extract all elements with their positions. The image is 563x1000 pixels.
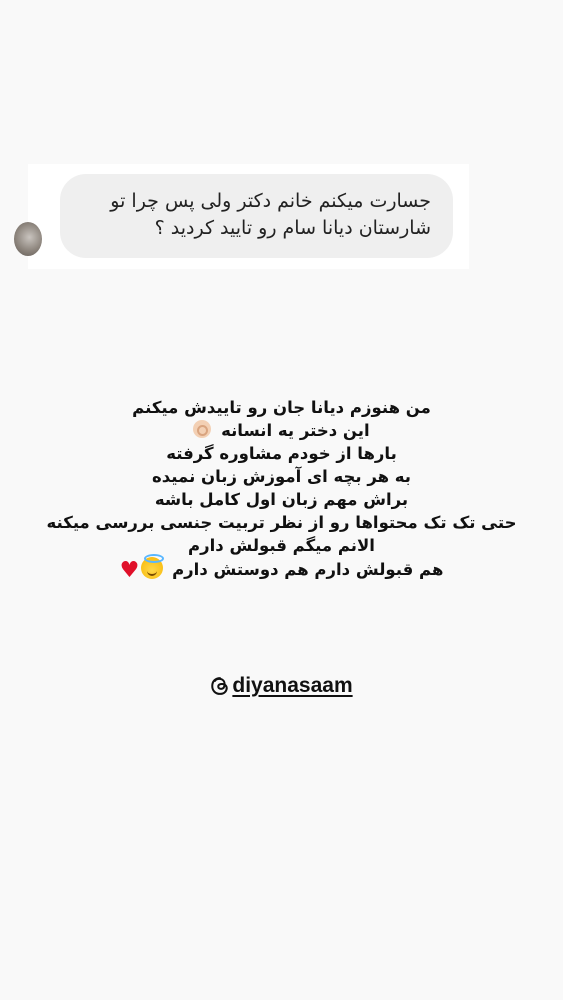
- story-text: من هنوزم دیانا جان رو تاییدش میکنم این د…: [0, 396, 563, 582]
- story-line-1: من هنوزم دیانا جان رو تاییدش میکنم: [132, 398, 431, 417]
- story-line-4: به هر بچه ای آموزش زبان نمیده: [152, 467, 411, 486]
- avatar[interactable]: [14, 222, 42, 256]
- story-line-6: حتی تک تک محتواها رو از نظر تربیت جنسی ب…: [46, 513, 517, 532]
- story-line-2: این دختر یه انسانه: [0, 419, 563, 442]
- story-line-3: بارها از خودم مشاوره گرفته: [166, 444, 397, 463]
- question-card: جسارت میکنم خانم دکتر ولی پس چرا تو شارس…: [14, 164, 469, 269]
- threads-icon: [211, 677, 229, 695]
- mention-sticker[interactable]: diyanasaam: [0, 674, 563, 700]
- question-line-2: شارستان دیانا سام رو تایید کردید ؟: [154, 217, 431, 239]
- mention-link[interactable]: diyanasaam: [210, 674, 353, 698]
- smiling-face-with-halo-emoji: [141, 554, 165, 579]
- question-bubble: جسارت میکنم خانم دکتر ولی پس چرا تو شارس…: [60, 174, 453, 258]
- story-line-8: هم قبولش دارم هم دوستش دارم ♥: [119, 554, 444, 583]
- mention-handle[interactable]: diyanasaam: [232, 674, 352, 698]
- question-line-1: جسارت میکنم خانم دکتر ولی پس چرا تو: [110, 190, 431, 212]
- story-line-7: الانم میگم قبولش دارم: [188, 536, 375, 555]
- ok-hand-emoji: [193, 420, 212, 438]
- red-heart-emoji: ♥: [119, 558, 140, 583]
- story-line-5: براش مهم زبان اول کامل باشه: [154, 490, 409, 509]
